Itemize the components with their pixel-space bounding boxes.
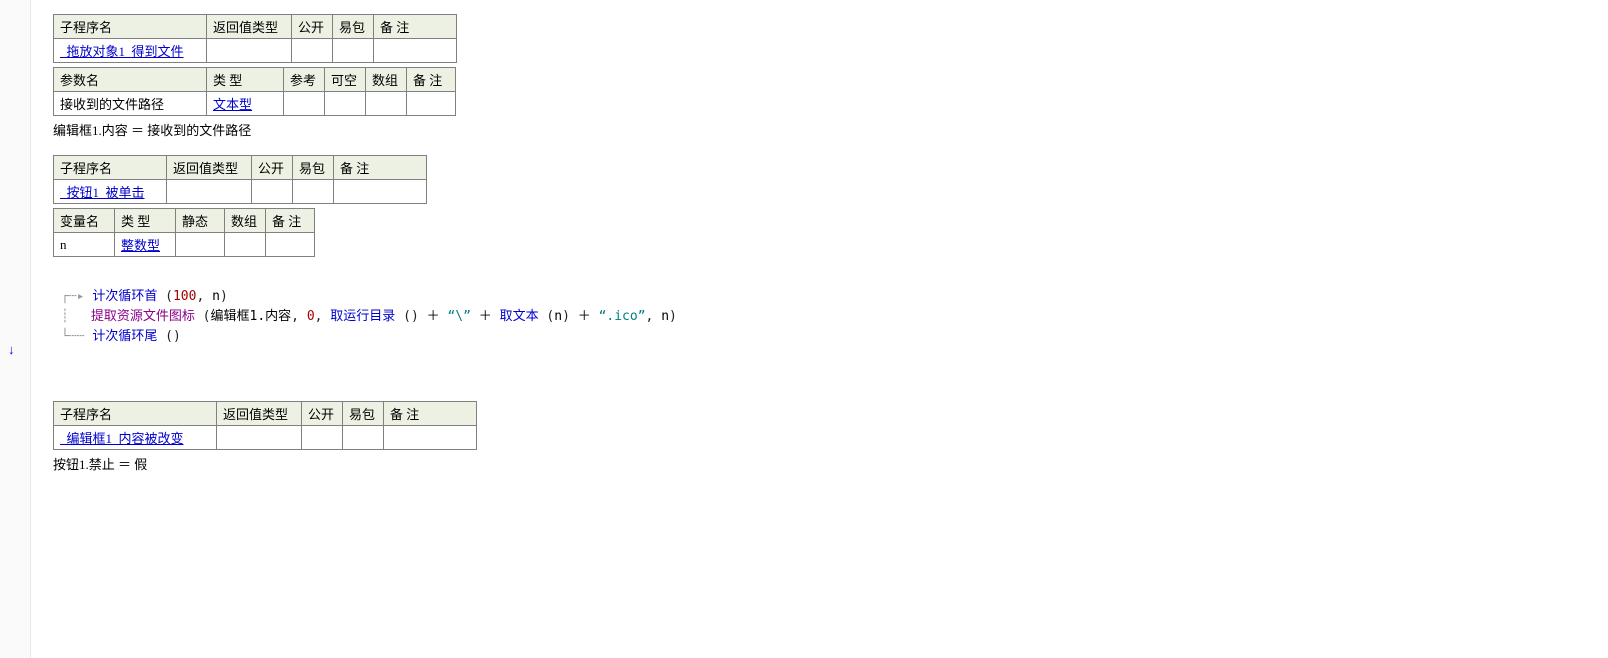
subroutine-table-1[interactable]: 子程序名 返回值类型 公开 易包 备 注 _拖放对象1_得到文件	[53, 14, 457, 63]
cell-param-name[interactable]: 接收到的文件路径	[54, 92, 207, 116]
loop-var: n	[212, 289, 220, 304]
code-line-loop-tail[interactable]: └┄┄ 计次循环尾 ()	[61, 327, 1590, 347]
cell-array[interactable]	[225, 233, 266, 257]
loop-head-keyword: 计次循环首	[92, 289, 157, 304]
th-var-name: 变量名	[54, 209, 115, 233]
th-pack: 易包	[333, 15, 374, 39]
guide-top-icon: ┌┄▸	[61, 287, 84, 307]
th-ret: 返回值类型	[167, 156, 252, 180]
sub-name-link[interactable]: _按钮1_被单击	[60, 185, 145, 200]
table-row[interactable]: _按钮1_被单击	[54, 180, 427, 204]
th-sub-name: 子程序名	[54, 156, 167, 180]
th-remark: 备 注	[334, 156, 427, 180]
cell-nullable[interactable]	[325, 92, 366, 116]
code-block[interactable]: ┌┄▸ 计次循环首 (100, n) ┊ 提取资源文件图标 (编辑框1.内容, …	[61, 287, 1590, 347]
th-ref: 参考	[284, 68, 325, 92]
table-row[interactable]: _编辑框1_内容被改变	[54, 426, 477, 450]
loop-tail-keyword: 计次循环尾	[92, 329, 157, 344]
cell-ret[interactable]	[167, 180, 252, 204]
th-type: 类 型	[115, 209, 176, 233]
th-sub-name: 子程序名	[54, 402, 217, 426]
fn-totext: 取文本	[500, 309, 539, 324]
literal-slash: “\”	[447, 309, 470, 324]
statement-1[interactable]: 编辑框1.内容 ＝ 接收到的文件路径	[53, 120, 1590, 139]
th-ret: 返回值类型	[217, 402, 302, 426]
cell-ref[interactable]	[284, 92, 325, 116]
th-pub: 公开	[252, 156, 293, 180]
table-row[interactable]: 接收到的文件路径 文本型	[54, 92, 456, 116]
th-remark: 备 注	[374, 15, 457, 39]
th-sub-name: 子程序名	[54, 15, 207, 39]
table-row[interactable]: _拖放对象1_得到文件	[54, 39, 457, 63]
sub-name-link[interactable]: _编辑框1_内容被改变	[60, 431, 184, 446]
sub-name-link[interactable]: _拖放对象1_得到文件	[60, 44, 184, 59]
cell-remark[interactable]	[384, 426, 477, 450]
cell-pub[interactable]	[302, 426, 343, 450]
cell-static[interactable]	[176, 233, 225, 257]
call-arg1: 编辑框1.内容	[211, 309, 292, 324]
subroutine-table-2[interactable]: 子程序名 返回值类型 公开 易包 备 注 _按钮1_被单击	[53, 155, 427, 204]
loop-count: 100	[173, 289, 196, 304]
th-type: 类 型	[207, 68, 284, 92]
cell-pub[interactable]	[252, 180, 293, 204]
th-array: 数组	[366, 68, 407, 92]
param-table-1[interactable]: 参数名 类 型 参考 可空 数组 备 注 接收到的文件路径 文本型	[53, 67, 456, 116]
cell-pub[interactable]	[292, 39, 333, 63]
cell-ret[interactable]	[207, 39, 292, 63]
content-area: 子程序名 返回值类型 公开 易包 备 注 _拖放对象1_得到文件 参数名 类 型…	[31, 0, 1608, 658]
th-static: 静态	[176, 209, 225, 233]
th-nullable: 可空	[325, 68, 366, 92]
th-remark: 备 注	[266, 209, 315, 233]
th-remark: 备 注	[384, 402, 477, 426]
var-type-link[interactable]: 整数型	[121, 238, 160, 253]
cell-array[interactable]	[366, 92, 407, 116]
cell-remark[interactable]	[407, 92, 456, 116]
cell-remark[interactable]	[334, 180, 427, 204]
code-line-loop-head[interactable]: ┌┄▸ 计次循环首 (100, n)	[61, 287, 1590, 307]
code-editor-page: ↓ 子程序名 返回值类型 公开 易包 备 注 _拖放对象1_得到文件 参数名	[0, 0, 1608, 658]
cell-pack[interactable]	[333, 39, 374, 63]
subroutine-table-3[interactable]: 子程序名 返回值类型 公开 易包 备 注 _编辑框1_内容被改变	[53, 401, 477, 450]
th-pub: 公开	[292, 15, 333, 39]
cell-remark[interactable]	[266, 233, 315, 257]
cell-var-name[interactable]: n	[54, 233, 115, 257]
code-line-call[interactable]: ┊ 提取资源文件图标 (编辑框1.内容, 0, 取运行目录 () ＋ “\” ＋…	[61, 307, 1590, 327]
th-remark: 备 注	[407, 68, 456, 92]
gutter-arrow-icon: ↓	[8, 342, 15, 358]
th-ret: 返回值类型	[207, 15, 292, 39]
gutter: ↓	[0, 0, 31, 658]
call-arg2: 0	[307, 309, 315, 324]
cell-pack[interactable]	[293, 180, 334, 204]
fn-totext-arg: n	[554, 309, 562, 324]
th-pack: 易包	[293, 156, 334, 180]
th-pub: 公开	[302, 402, 343, 426]
fn-run-dir: 取运行目录	[330, 309, 395, 324]
cell-ret[interactable]	[217, 426, 302, 450]
th-array: 数组	[225, 209, 266, 233]
variable-table-2[interactable]: 变量名 类 型 静态 数组 备 注 n 整数型	[53, 208, 315, 257]
cell-pack[interactable]	[343, 426, 384, 450]
th-param-name: 参数名	[54, 68, 207, 92]
guide-mid-icon: ┊	[61, 307, 83, 327]
call-name: 提取资源文件图标	[91, 309, 195, 324]
param-type-link[interactable]: 文本型	[213, 97, 252, 112]
th-pack: 易包	[343, 402, 384, 426]
statement-3[interactable]: 按钮1.禁止 ＝ 假	[53, 454, 1590, 473]
literal-ico: “.ico”	[599, 309, 646, 324]
call-arg-last: n	[661, 309, 669, 324]
guide-bot-icon: └┄┄	[61, 327, 84, 347]
table-row[interactable]: n 整数型	[54, 233, 315, 257]
cell-remark[interactable]	[374, 39, 457, 63]
